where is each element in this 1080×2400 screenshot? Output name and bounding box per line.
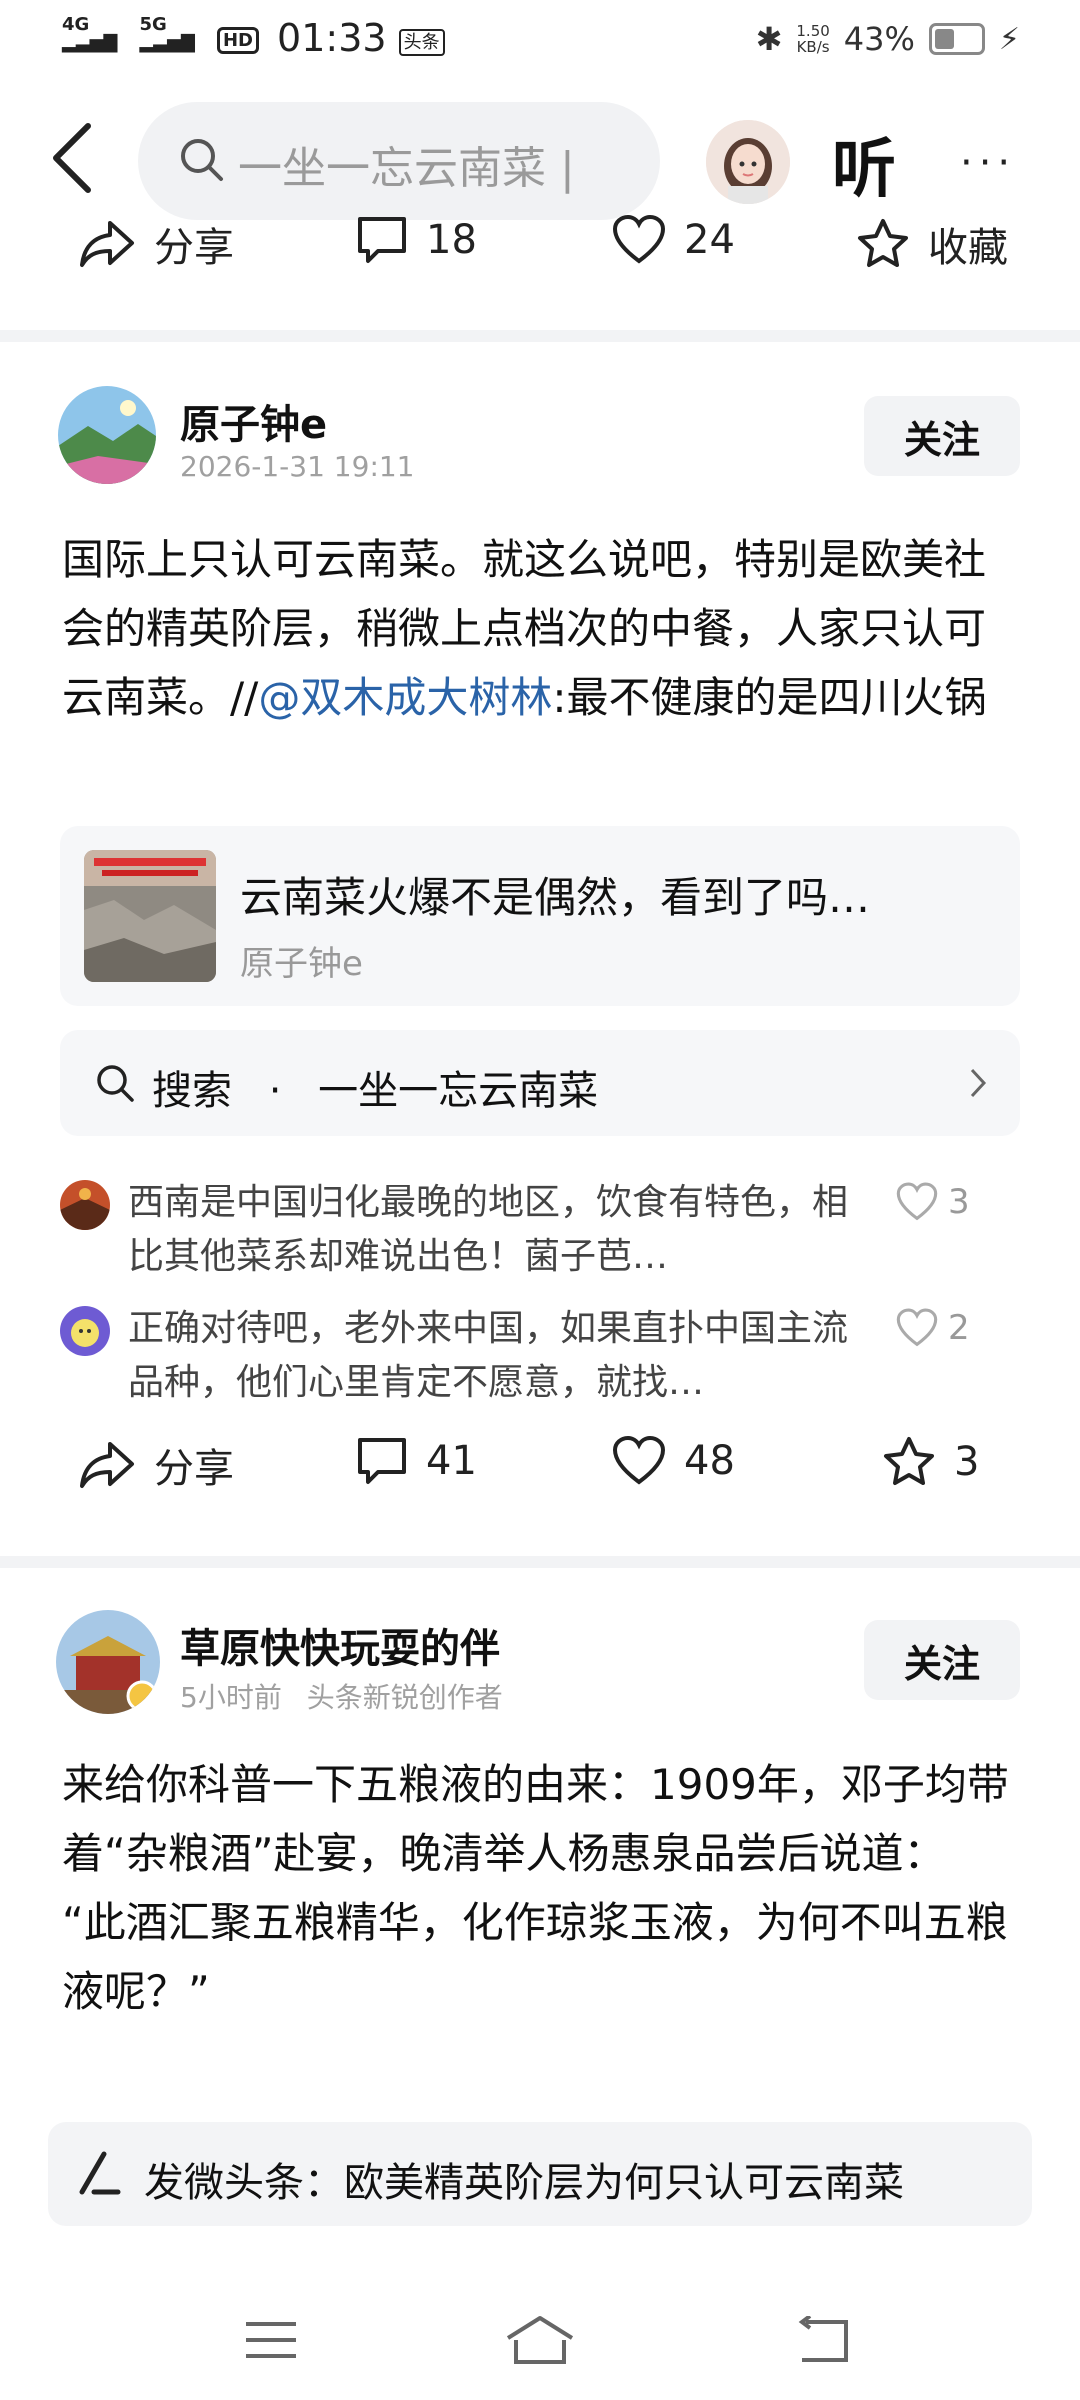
compose-text: 发微头条：欧美精英阶层为何只认可云南菜: [144, 2150, 904, 2208]
pen-icon: [79, 2151, 121, 2195]
charging-icon: ⚡: [998, 21, 1020, 57]
menu-icon[interactable]: [244, 2318, 298, 2362]
post-text[interactable]: 国际上只认可云南菜。就这么说吧，特别是欧美社会的精英阶层，稍微上点档次的中餐，人…: [62, 525, 1022, 732]
comment-like-button[interactable]: 3: [896, 1182, 970, 1222]
post-time: 5小时前: [180, 1681, 282, 1714]
comment-like-button[interactable]: 2: [896, 1308, 970, 1348]
share-label: 分享: [154, 225, 234, 271]
prev-post-actions: 分享 18 24 收藏: [0, 215, 1080, 305]
share-icon: [80, 1442, 134, 1488]
related-search-query: 一坐一忘云南菜: [318, 1068, 599, 1114]
comment-like-count: 2: [948, 1308, 970, 1348]
toutiao-badge: 头条: [398, 28, 445, 56]
favorite-button[interactable]: 3: [882, 1436, 979, 1488]
follow-button[interactable]: 关注: [864, 396, 1020, 476]
post-divider: [0, 330, 1080, 342]
palace-avatar-icon: [56, 1610, 160, 1714]
heart-icon: [896, 1308, 938, 1347]
post-divider: [0, 1556, 1080, 1568]
signal-5g-icon: 5G ▂▃▅▇: [139, 14, 195, 53]
search-icon: [97, 1065, 134, 1102]
favorite-label: 收藏: [928, 225, 1008, 271]
search-icon: [181, 139, 223, 181]
comment-count: 41: [426, 1438, 477, 1484]
comment-button[interactable]: 18: [356, 215, 477, 265]
search-input[interactable]: 一坐一忘云南菜 |: [138, 102, 660, 220]
post-time: 2026-1-31 19:11: [180, 450, 415, 483]
status-left: 4G ▂▃▅▇ 5G ▂▃▅▇ HD 01:33 头条: [62, 16, 445, 60]
share-icon: [80, 221, 134, 267]
avatar-image-icon: [60, 1306, 110, 1356]
share-label: 分享: [154, 1446, 234, 1492]
signal-4g-icon: 4G ▂▃▅▇: [62, 14, 118, 53]
chevron-right-icon: [970, 1068, 987, 1098]
commenter-avatar[interactable]: [60, 1306, 110, 1356]
post-actions: 分享 41 48 3: [0, 1436, 1080, 1526]
related-search-label: 搜索: [152, 1068, 232, 1114]
favorite-count: 3: [954, 1439, 980, 1485]
home-icon[interactable]: [504, 2314, 576, 2366]
heart-icon: [896, 1182, 938, 1221]
post-meta: 5小时前 头条新锐创作者: [180, 1676, 503, 1716]
battery-icon: [928, 23, 985, 55]
post-text[interactable]: 来给你科普一下五粮液的由来：1909年，邓子均带着“杂粮酒”赴宴，晚清举人杨惠泉…: [62, 1750, 1022, 2026]
more-button[interactable]: ···: [960, 140, 1016, 186]
system-nav-bar: [0, 2290, 1080, 2400]
follow-button[interactable]: 关注: [864, 1620, 1020, 1700]
creator-badge: 头条新锐创作者: [306, 1681, 503, 1714]
comment-like-count: 3: [948, 1182, 970, 1222]
search-placeholder: 一坐一忘云南菜 |: [238, 143, 575, 194]
post-author-avatar[interactable]: [56, 1610, 160, 1714]
star-icon: [884, 1437, 934, 1485]
network-speed: 1.50 KB/s: [796, 22, 830, 56]
like-count: 24: [684, 217, 735, 263]
battery-percent: 43%: [843, 20, 915, 58]
like-count: 48: [684, 1438, 735, 1484]
heart-icon: [612, 1436, 666, 1485]
compose-prefix: 发微头条：: [144, 2160, 344, 2206]
compose-bar[interactable]: 发微头条：欧美精英阶层为何只认可云南菜: [48, 2122, 1032, 2226]
comment-count: 18: [426, 217, 477, 263]
related-search-bar[interactable]: 搜索 · 一坐一忘云南菜: [60, 1030, 1020, 1136]
status-bar: 4G ▂▃▅▇ 5G ▂▃▅▇ HD 01:33 头条 ✱ 1.50 KB/s 43%…: [0, 0, 1080, 80]
star-icon: [858, 219, 908, 267]
commenter-avatar[interactable]: [60, 1180, 110, 1230]
hd-voice-icon: HD: [216, 27, 259, 54]
post-text-tail: :最不健康的是四川火锅: [552, 673, 987, 722]
heart-icon: [612, 215, 666, 264]
quoted-article-title: 云南菜火爆不是偶然，看到了吗…: [240, 873, 871, 922]
compose-topic: 欧美精英阶层为何只认可云南菜: [344, 2160, 904, 2206]
thumbnail-image-icon: [84, 850, 216, 982]
comment-button[interactable]: 41: [356, 1436, 477, 1486]
listen-button[interactable]: 听: [832, 118, 896, 210]
post-author-name[interactable]: 草原快快玩耍的伴: [180, 1616, 500, 1674]
status-right: ✱ 1.50 KB/s 43% ⚡: [756, 20, 1020, 58]
back-nav-icon[interactable]: [796, 2316, 850, 2364]
like-button[interactable]: 48: [612, 1436, 735, 1486]
share-button[interactable]: 分享: [78, 215, 234, 273]
status-time: 01:33: [277, 16, 387, 60]
share-button[interactable]: 分享: [78, 1436, 234, 1494]
comment-icon: [358, 1438, 406, 1484]
mention-link[interactable]: @双木成大树林: [258, 673, 552, 722]
comment-text[interactable]: 正确对待吧，老外来中国，如果直扑中国主流品种，他们心里肯定不愿意，就找…: [128, 1302, 848, 1410]
avatar-girl-icon: [706, 120, 790, 204]
related-search-dot: ·: [268, 1068, 282, 1114]
like-button[interactable]: 24: [612, 215, 735, 265]
post-author-avatar[interactable]: [58, 386, 156, 484]
article-thumbnail: [84, 850, 216, 982]
post-author-name[interactable]: 原子钟e: [180, 392, 327, 450]
avatar-image-icon: [60, 1180, 110, 1230]
favorite-button[interactable]: 收藏: [856, 215, 1008, 273]
comment-icon: [358, 217, 406, 263]
back-button[interactable]: [48, 118, 108, 208]
quoted-article-author: 原子钟e: [240, 944, 363, 984]
comment-text[interactable]: 西南是中国归化最晚的地区，饮食有特色，相比其他菜系却难说出色！菌子芭…: [128, 1176, 848, 1284]
back-arrow-icon: [53, 123, 91, 193]
landscape-avatar-icon: [58, 386, 156, 484]
user-avatar[interactable]: [706, 120, 790, 204]
bluetooth-icon: ✱: [755, 20, 783, 58]
quoted-article-card[interactable]: 云南菜火爆不是偶然，看到了吗… 原子钟e: [60, 826, 1020, 1006]
related-search-text: 搜索 · 一坐一忘云南菜: [152, 1058, 598, 1116]
